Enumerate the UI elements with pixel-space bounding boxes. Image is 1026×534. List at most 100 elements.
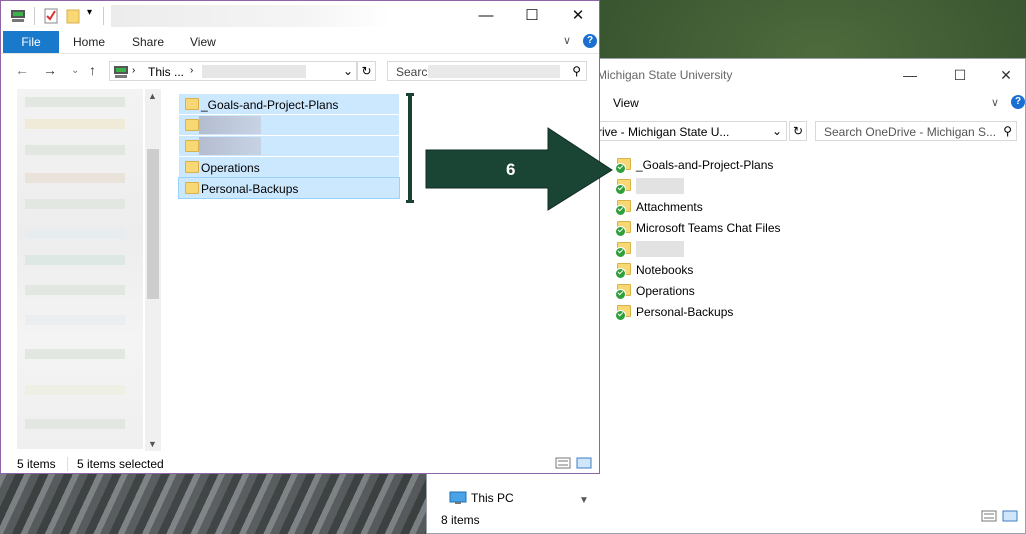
new-folder-icon[interactable] (65, 7, 81, 25)
search-input[interactable]: Search ⚲ (387, 61, 587, 81)
status-item-count: 5 items (17, 457, 56, 471)
list-item[interactable] (179, 115, 399, 135)
folder-icon (185, 98, 199, 110)
sync-status-icon (615, 184, 626, 195)
item-name: Operations (636, 284, 695, 298)
chevron-down-icon[interactable]: ⌄ (343, 64, 353, 78)
folder-icon (185, 119, 199, 131)
chevron-down-icon[interactable]: ∨ (563, 34, 571, 47)
customize-quick-access-icon[interactable]: ▾ (87, 7, 92, 25)
maximize-button[interactable]: ☐ (937, 63, 983, 87)
scroll-down-icon[interactable]: ▼ (579, 495, 589, 506)
minimize-button[interactable]: — (463, 3, 509, 29)
folder-icon (615, 199, 631, 216)
up-button[interactable]: ↑ (89, 62, 96, 78)
status-separator (67, 457, 68, 471)
folder-icon (615, 304, 631, 321)
scrollbar-thumb[interactable] (147, 149, 159, 299)
close-button[interactable]: ✕ (983, 63, 1026, 87)
search-placeholder: Search OneDrive - Michigan S... (824, 125, 997, 139)
view-toggle[interactable] (981, 510, 1019, 525)
back-button[interactable]: ← (15, 62, 29, 78)
forward-button[interactable]: → (43, 62, 57, 78)
scroll-down-icon[interactable]: ▼ (148, 439, 157, 449)
tab-share[interactable]: Share (132, 35, 164, 49)
list-item[interactable]: Operations (179, 157, 399, 177)
help-icon[interactable]: ? (583, 34, 597, 48)
help-icon[interactable]: ? (1011, 95, 1025, 109)
recent-locations-icon[interactable]: ⌄ (71, 65, 79, 76)
item-name: Notebooks (636, 263, 694, 277)
breadcrumb-redacted (202, 65, 306, 78)
tab-view[interactable]: View (190, 35, 216, 49)
tab-file[interactable]: File (3, 31, 59, 53)
title-bar[interactable]: ▾ — ☐ ✕ (1, 1, 599, 31)
status-item-count: 8 items (441, 513, 480, 527)
item-name-redacted (199, 116, 261, 134)
list-item[interactable] (179, 136, 399, 156)
list-item[interactable]: Personal-Backups (178, 177, 400, 199)
chevron-down-icon[interactable]: ⌄ (770, 124, 784, 138)
item-name: Attachments (636, 200, 703, 214)
nav-pane-scrollbar[interactable]: ▲ ▼ (145, 89, 161, 451)
chevron-down-icon[interactable]: ∨ (991, 96, 999, 109)
sync-status-icon (615, 247, 626, 258)
refresh-button[interactable]: ↻ (357, 61, 376, 81)
minimize-button[interactable]: — (887, 63, 933, 87)
sync-status-icon (615, 289, 626, 300)
scroll-up-icon[interactable]: ▲ (148, 91, 157, 101)
folder-icon (185, 182, 199, 194)
maximize-button[interactable]: ☐ (509, 3, 555, 29)
file-explorer-window: ▾ — ☐ ✕ File Home Share View ∨ ? ← → ⌄ ↑… (0, 0, 600, 474)
search-icon[interactable]: ⚲ (572, 64, 581, 78)
properties-icon[interactable] (43, 7, 59, 25)
computer-icon (114, 66, 128, 78)
folder-icon (615, 157, 631, 174)
tab-home[interactable]: Home (73, 35, 105, 49)
sync-status-icon (615, 226, 626, 237)
item-name: _Goals-and-Project-Plans (636, 158, 774, 172)
item-name: Personal-Backups (636, 305, 734, 319)
search-redacted (428, 65, 560, 78)
file-list: _Goals-and-Project-Plans Operations Person… (178, 94, 400, 199)
view-toggle[interactable] (555, 457, 593, 472)
item-name: _Goals-and-Project-Plans (201, 98, 339, 112)
breadcrumb-separator-icon[interactable]: › (190, 65, 193, 76)
details-view-icon[interactable] (555, 457, 593, 469)
qat-separator (34, 7, 35, 25)
folder-icon (615, 283, 631, 300)
address-bar[interactable]: › This ... › ⌄ (109, 61, 357, 81)
tab-view[interactable]: View (613, 96, 639, 110)
folder-icon (185, 161, 199, 173)
details-view-icon[interactable] (981, 510, 1019, 522)
breadcrumb-this-pc[interactable]: This ... (148, 65, 184, 79)
navigation-pane-redacted (17, 89, 143, 449)
list-item[interactable]: _Goals-and-Project-Plans (179, 94, 399, 114)
sync-status-icon (615, 310, 626, 321)
folder-icon (615, 241, 631, 258)
search-input[interactable]: Search OneDrive - Michigan S... ⚲ (815, 121, 1017, 141)
breadcrumb-separator-icon[interactable]: › (132, 65, 135, 76)
address-text: rive - Michigan State U... (598, 125, 730, 139)
sync-status-icon (615, 205, 626, 216)
item-name: Personal-Backups (201, 182, 299, 196)
item-name-redacted (636, 241, 684, 257)
ribbon: File Home Share View ∨ ? (1, 31, 599, 54)
close-button[interactable]: ✕ (555, 3, 601, 29)
folder-icon (615, 262, 631, 279)
item-name: Operations (201, 161, 260, 175)
window-title: Michigan State University (597, 68, 733, 82)
folder-icon (615, 178, 631, 195)
folder-icon (185, 140, 199, 152)
folder-icon (615, 220, 631, 237)
refresh-button[interactable]: ↻ (789, 121, 807, 141)
navigation-pane: This PC ▼ (427, 483, 595, 513)
item-name-redacted (636, 178, 684, 194)
nav-item-this-pc[interactable]: This PC (471, 491, 514, 505)
computer-icon (449, 491, 467, 504)
search-icon[interactable]: ⚲ (1003, 124, 1012, 138)
item-name: Microsoft Teams Chat Files (636, 221, 781, 235)
step-number: 6 (506, 160, 516, 179)
window-title-redacted (111, 5, 391, 27)
status-selected-count: 5 items selected (77, 457, 164, 471)
